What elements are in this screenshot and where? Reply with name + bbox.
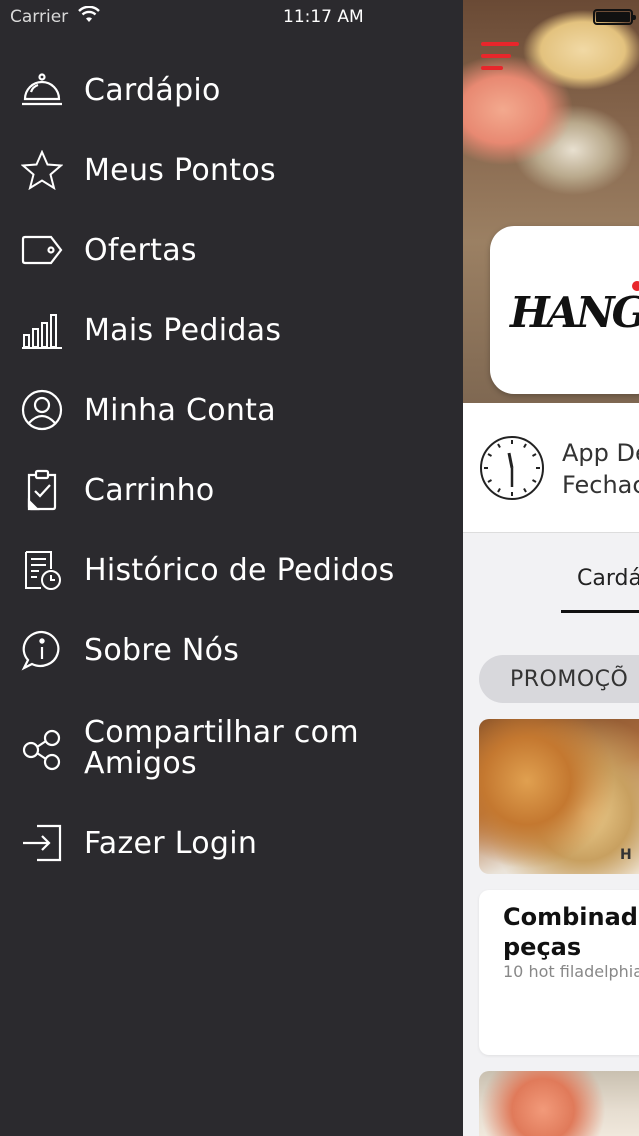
menu-item-label: Cardápio xyxy=(84,72,221,108)
menu-item-label: Histórico de Pedidos xyxy=(84,552,395,588)
status-bar: Carrier 11:17 AM xyxy=(0,0,639,34)
wifi-icon xyxy=(78,5,100,29)
image-watermark: H xyxy=(620,847,632,863)
hamburger-menu-button[interactable] xyxy=(481,40,525,76)
menu-item-label: Meus Pontos xyxy=(84,152,276,188)
product-title: Combinado peças xyxy=(503,902,639,962)
clock-icon xyxy=(479,435,545,505)
bar-chart-icon xyxy=(20,308,64,352)
side-drawer: Cardápio Meus Pontos Ofertas Mais Pedida… xyxy=(0,0,463,1136)
info-bubble-icon xyxy=(20,628,64,672)
main-content: HANGAI App De Fechac Cardá xyxy=(463,0,639,1136)
menu-item-label: Fazer Login xyxy=(84,825,258,861)
receipt-clock-icon xyxy=(20,548,64,592)
menu-item-mais-pedidas[interactable]: Mais Pedidas xyxy=(0,295,463,365)
product-title-line1: Combinado xyxy=(503,903,639,931)
menu-item-label: Mais Pedidas xyxy=(84,312,282,348)
carrier-label: Carrier xyxy=(10,7,69,27)
menu-item-label: Ofertas xyxy=(84,232,197,268)
product-image[interactable]: H xyxy=(479,719,639,874)
cloche-icon xyxy=(20,68,64,112)
product-description: 10 hot filadelphia xyxy=(503,962,639,981)
menu-item-cardapio[interactable]: Cardápio xyxy=(0,55,463,125)
clipboard-check-icon xyxy=(20,468,64,512)
menu-item-compartilhar[interactable]: Compartilhar com Amigos xyxy=(0,712,463,788)
restaurant-logo: HANGAI xyxy=(490,226,639,394)
share-icon xyxy=(20,728,64,772)
product-card[interactable]: Combinado peças 10 hot filadelphia xyxy=(479,890,639,1055)
logo-dot xyxy=(632,281,639,291)
menu-item-minha-conta[interactable]: Minha Conta xyxy=(0,375,463,445)
category-tabs: Cardá xyxy=(463,534,639,618)
login-icon xyxy=(20,821,64,865)
chip-label: PROMOÇÕ xyxy=(510,667,629,692)
menu-item-label: Minha Conta xyxy=(84,392,276,428)
tag-icon xyxy=(20,228,64,272)
menu-item-label: Compartilhar com xyxy=(84,715,359,750)
user-circle-icon xyxy=(20,388,64,432)
menu-item-label: Carrinho xyxy=(84,472,215,508)
product-image-2[interactable] xyxy=(479,1071,639,1136)
battery-icon xyxy=(593,9,636,25)
tab-active-indicator xyxy=(561,610,639,613)
menu-item-sobre-nos[interactable]: Sobre Nós xyxy=(0,615,463,685)
logo-text: HANGAI xyxy=(510,288,639,337)
product-title-line2: peças xyxy=(503,933,582,961)
store-hours-banner: App De Fechac xyxy=(463,403,639,533)
category-chip-promocoes[interactable]: PROMOÇÕ xyxy=(479,655,639,703)
menu-item-ofertas[interactable]: Ofertas xyxy=(0,215,463,285)
menu-item-historico[interactable]: Histórico de Pedidos xyxy=(0,535,463,605)
menu-item-label-line2: Amigos xyxy=(84,746,197,781)
tab-cardapio[interactable]: Cardá xyxy=(577,566,639,591)
menu-item-carrinho[interactable]: Carrinho xyxy=(0,455,463,525)
menu-item-label: Sobre Nós xyxy=(84,632,240,668)
clock-time: 11:17 AM xyxy=(283,7,364,27)
star-icon xyxy=(20,148,64,192)
menu-item-meus-pontos[interactable]: Meus Pontos xyxy=(0,135,463,205)
hours-text-line1: App De xyxy=(562,439,639,467)
menu-item-fazer-login[interactable]: Fazer Login xyxy=(0,808,463,878)
hours-text-line2: Fechac xyxy=(562,471,639,499)
